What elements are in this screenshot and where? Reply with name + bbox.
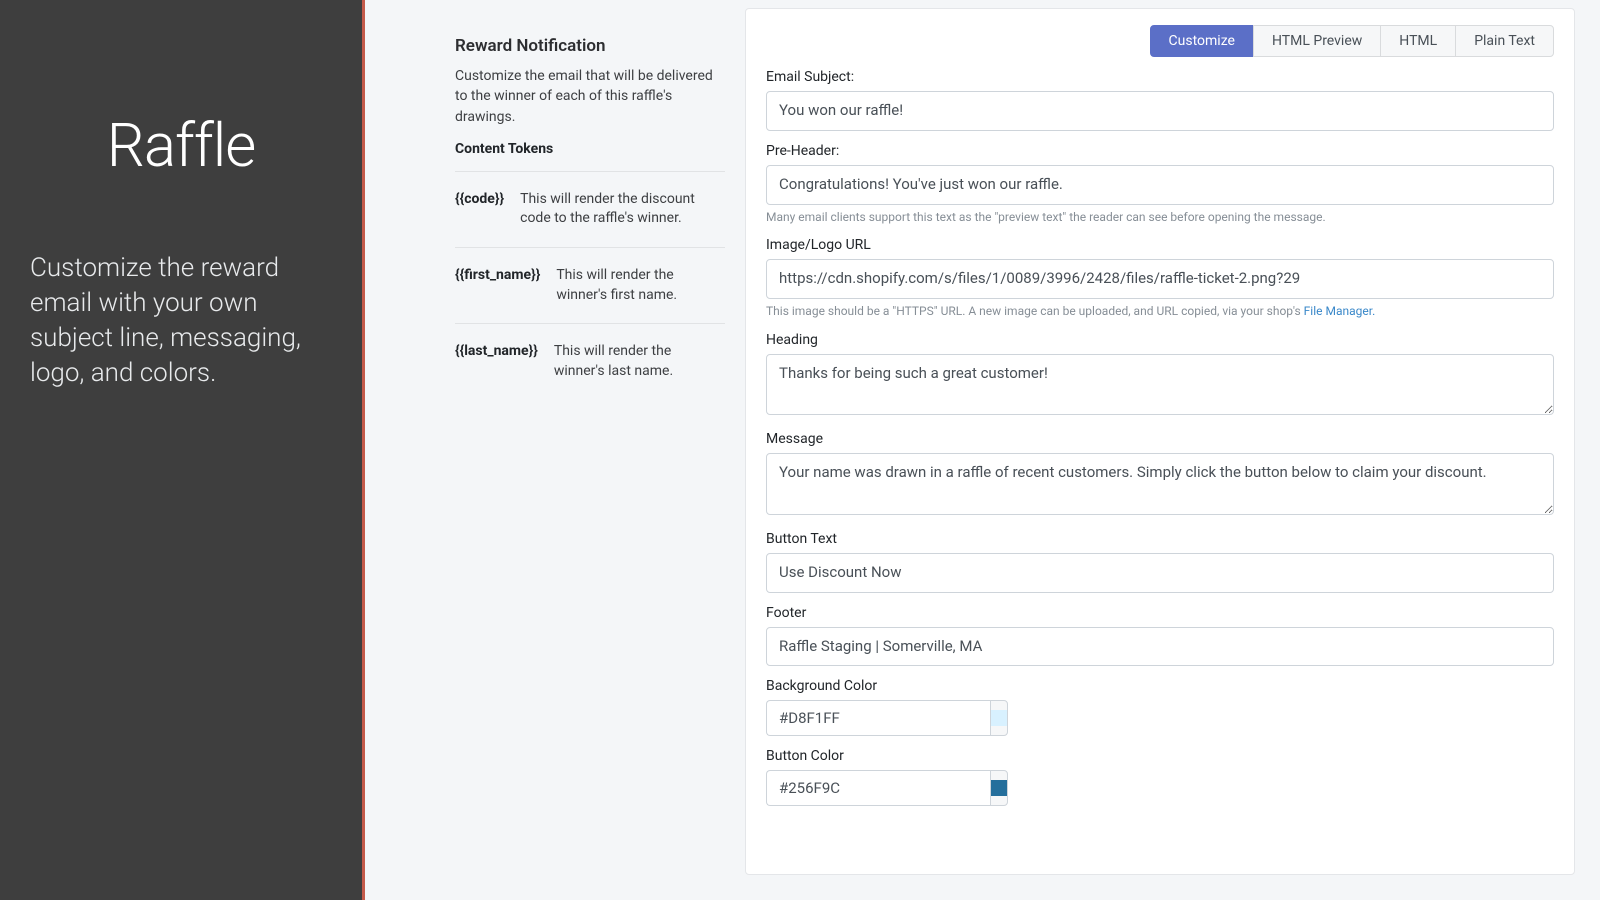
- image-url-label: Image/Logo URL: [766, 237, 1554, 253]
- form-panel: Customize HTML Preview HTML Plain Text E…: [745, 8, 1575, 875]
- section-description: Customize the email that will be deliver…: [455, 66, 725, 127]
- content-tokens-title: Content Tokens: [455, 141, 725, 157]
- email-subject-label: Email Subject:: [766, 69, 1554, 85]
- tab-plain-text[interactable]: Plain Text: [1455, 25, 1554, 57]
- tab-customize[interactable]: Customize: [1150, 25, 1254, 57]
- section-title: Reward Notification: [455, 36, 725, 56]
- sidebar-description: Customize the reward email with your own…: [30, 251, 332, 391]
- email-subject-input[interactable]: [766, 91, 1554, 131]
- token-desc: This will render the discount code to th…: [520, 190, 725, 229]
- heading-label: Heading: [766, 332, 1554, 348]
- image-url-help-text: This image should be a "HTTPS" URL. A ne…: [766, 304, 1304, 318]
- footer-input[interactable]: [766, 627, 1554, 667]
- help-column: Reward Notification Customize the email …: [390, 8, 745, 875]
- background-color-swatch: [991, 710, 1007, 726]
- pre-header-help: Many email clients support this text as …: [766, 209, 1554, 226]
- button-color-swatch-button[interactable]: [990, 770, 1008, 806]
- background-color-label: Background Color: [766, 678, 1554, 694]
- button-color-label: Button Color: [766, 748, 1554, 764]
- button-color-input[interactable]: [766, 770, 990, 806]
- message-label: Message: [766, 431, 1554, 447]
- token-desc: This will render the winner's last name.: [554, 342, 725, 381]
- sidebar: Raffle Customize the reward email with y…: [0, 0, 365, 900]
- background-color-input[interactable]: [766, 700, 990, 736]
- button-text-input[interactable]: [766, 553, 1554, 593]
- token-key: {{last_name}}: [455, 342, 538, 381]
- token-key: {{first_name}}: [455, 266, 540, 305]
- sidebar-title: Raffle: [30, 110, 332, 181]
- pre-header-label: Pre-Header:: [766, 143, 1554, 159]
- image-url-help: This image should be a "HTTPS" URL. A ne…: [766, 303, 1554, 320]
- image-url-input[interactable]: [766, 259, 1554, 299]
- pre-header-input[interactable]: [766, 165, 1554, 205]
- token-desc: This will render the winner's first name…: [556, 266, 725, 305]
- tab-html[interactable]: HTML: [1380, 25, 1456, 57]
- footer-label: Footer: [766, 605, 1554, 621]
- heading-input[interactable]: [766, 354, 1554, 416]
- token-key: {{code}}: [455, 190, 504, 229]
- token-row: {{last_name}} This will render the winne…: [455, 323, 725, 399]
- background-color-swatch-button[interactable]: [990, 700, 1008, 736]
- file-manager-link[interactable]: File Manager.: [1304, 304, 1376, 318]
- message-input[interactable]: [766, 453, 1554, 515]
- button-text-label: Button Text: [766, 531, 1554, 547]
- token-row: {{first_name}} This will render the winn…: [455, 247, 725, 323]
- tab-bar: Customize HTML Preview HTML Plain Text: [766, 25, 1554, 57]
- token-row: {{code}} This will render the discount c…: [455, 171, 725, 247]
- button-color-swatch: [991, 780, 1007, 796]
- tab-html-preview[interactable]: HTML Preview: [1253, 25, 1381, 57]
- main-content: Reward Notification Customize the email …: [365, 0, 1600, 900]
